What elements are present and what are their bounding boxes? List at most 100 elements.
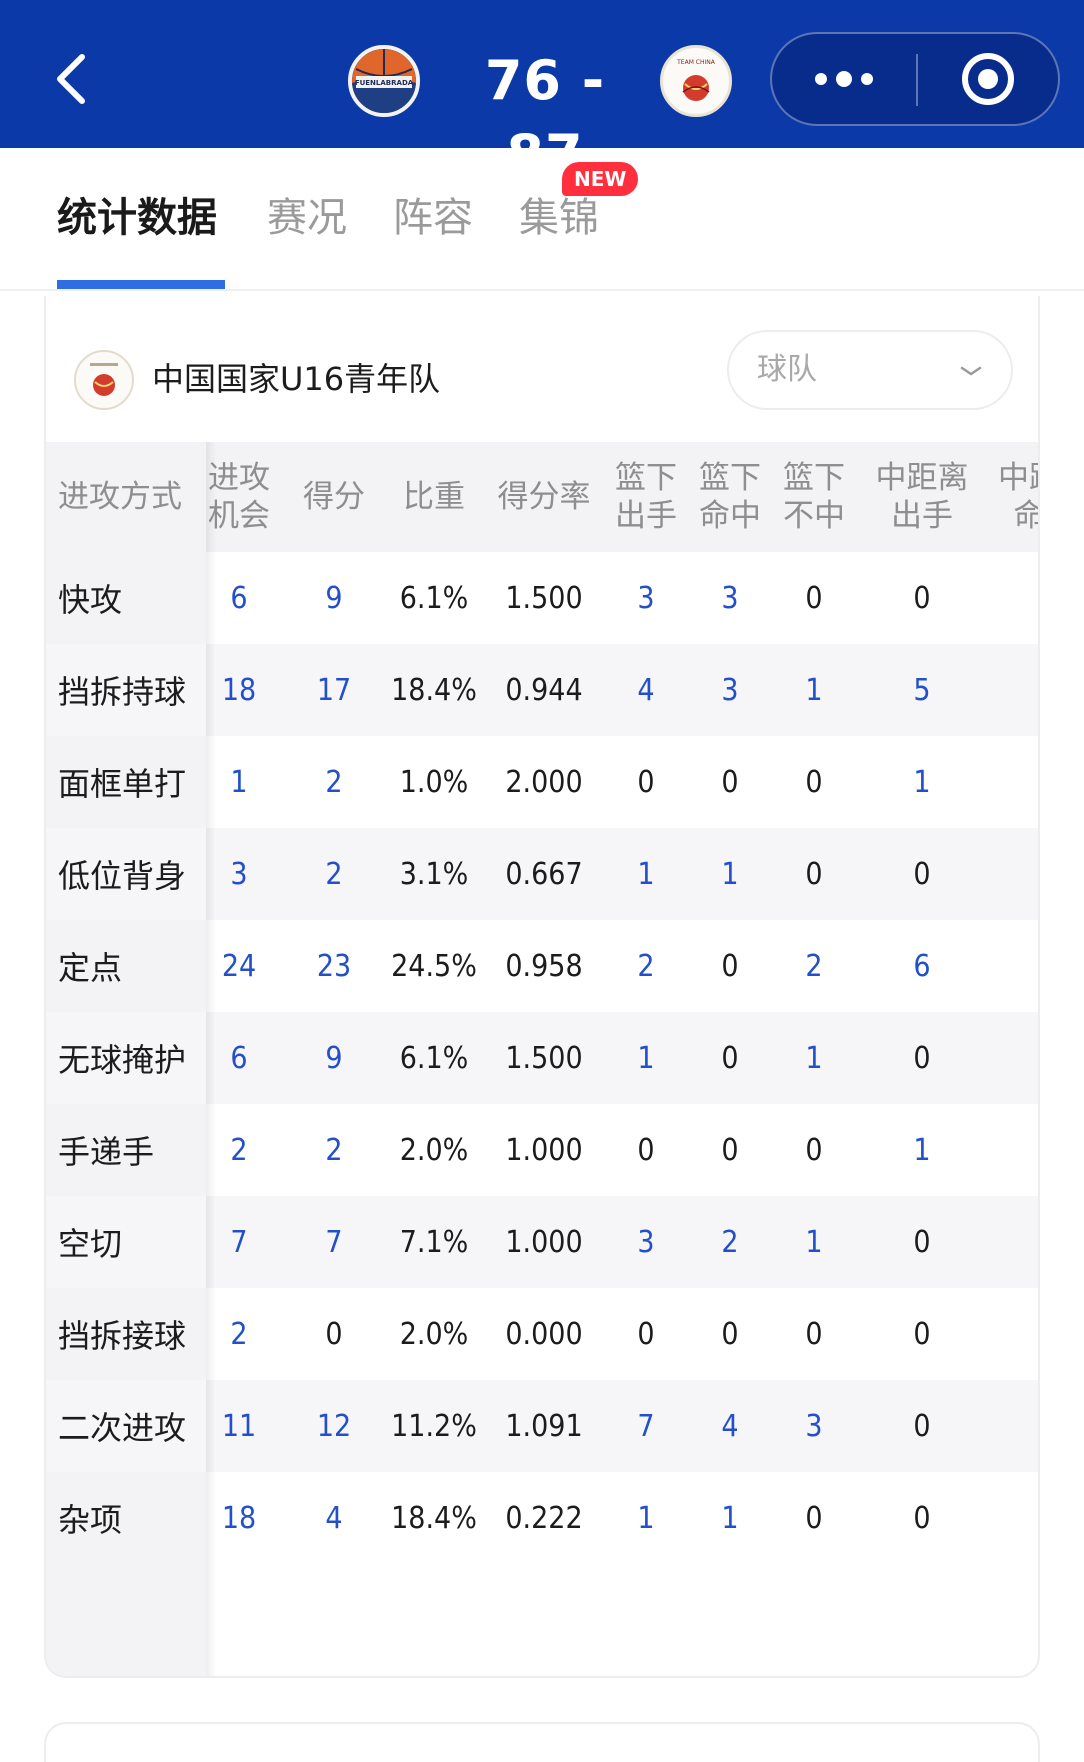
- cell-points[interactable]: 9: [284, 552, 384, 644]
- cell-mid-attempts[interactable]: 5: [856, 644, 988, 736]
- cell-rim-attempts[interactable]: 1: [604, 1472, 688, 1564]
- cell-rim-made[interactable]: 1: [688, 828, 772, 920]
- chevron-left-icon: [57, 54, 85, 104]
- cell-mid-attempts: 0: [913, 1408, 931, 1444]
- tab-game-status[interactable]: 赛况: [267, 190, 347, 246]
- cell-share: 6.1%: [399, 1040, 469, 1076]
- cell-offense-type: 无球掩护: [58, 1041, 187, 1079]
- cell-points[interactable]: 23: [284, 920, 384, 1012]
- cell-offense-type: 定点: [58, 949, 123, 987]
- cell-points[interactable]: 7: [284, 1196, 384, 1288]
- header-mid-made[interactable]: 中距 命: [988, 442, 1038, 552]
- cell-mid-attempts: 0: [913, 1500, 931, 1536]
- cell-ppp: 1.091: [505, 1408, 583, 1444]
- cell-rim-made: 0: [721, 764, 739, 800]
- header-ppp[interactable]: 得分率: [484, 442, 604, 552]
- cell-rim-attempts[interactable]: 3: [604, 552, 688, 644]
- target-icon: [962, 53, 1014, 105]
- cell-rim-attempts[interactable]: 1: [604, 1012, 688, 1104]
- tab-stats[interactable]: 统计数据: [57, 190, 217, 246]
- tabs-divider: [0, 289, 1084, 291]
- header-mid-attempts[interactable]: 中距离 出手: [856, 442, 988, 552]
- new-badge: NEW: [562, 162, 639, 196]
- cell-rim-made[interactable]: 3: [688, 644, 772, 736]
- cell-ppp: 1.500: [505, 580, 583, 616]
- more-button[interactable]: [772, 34, 916, 124]
- cell-points[interactable]: 12: [284, 1380, 384, 1472]
- cell-points[interactable]: 2: [284, 1104, 384, 1196]
- table-row: 手递手 2 2 2.0% 1.000 0 0 0 1: [46, 1104, 1038, 1196]
- cell-share: 2.0%: [399, 1316, 469, 1352]
- header-rim-attempts[interactable]: 篮下 出手: [604, 442, 688, 552]
- cell-points[interactable]: 9: [284, 1012, 384, 1104]
- cell-rim-missed[interactable]: 1: [772, 644, 856, 736]
- team-logo: [74, 350, 134, 410]
- cell-rim-missed[interactable]: 3: [772, 1380, 856, 1472]
- header-offense-type[interactable]: 进攻方式: [46, 442, 206, 552]
- cell-ppp: 0.958: [505, 948, 583, 984]
- cell-rim-made: 0: [721, 1132, 739, 1168]
- cell-offense-type: 挡拆持球: [58, 673, 187, 711]
- mini-program-capsule: [770, 32, 1060, 126]
- cell-rim-attempts: 0: [637, 1316, 655, 1352]
- cell-offense-type: 面框单打: [58, 765, 187, 803]
- chevron-down-icon: [960, 366, 982, 376]
- cell-rim-attempts: 0: [637, 1132, 655, 1168]
- cell-rim-attempts[interactable]: 7: [604, 1380, 688, 1472]
- header-share[interactable]: 比重: [384, 442, 484, 552]
- cell-share: 18.4%: [391, 672, 477, 708]
- cell-rim-missed: 0: [805, 1132, 823, 1168]
- table-row: 杂项 18 4 18.4% 0.222 1 1 0 0: [46, 1472, 1038, 1564]
- cell-rim-missed[interactable]: 2: [772, 920, 856, 1012]
- column-shadow: [206, 442, 216, 1676]
- cell-mid-attempts[interactable]: 6: [856, 920, 988, 1012]
- cell-ppp: 1.000: [505, 1132, 583, 1168]
- cell-offense-type: 空切: [58, 1225, 123, 1263]
- cell-mid-attempts: 0: [913, 1224, 931, 1260]
- table-row: 挡拆持球 18 17 18.4% 0.944 4 3 1 5: [46, 644, 1038, 736]
- cell-points[interactable]: 2: [284, 736, 384, 828]
- close-mini-program-button[interactable]: [918, 34, 1058, 124]
- tab-highlights[interactable]: 集锦: [519, 190, 599, 246]
- cell-rim-attempts[interactable]: 3: [604, 1196, 688, 1288]
- cell-rim-made[interactable]: 3: [688, 552, 772, 644]
- team-filter-select[interactable]: 球队: [727, 330, 1013, 410]
- tab-lineup[interactable]: 阵容: [393, 190, 473, 246]
- cell-share: 24.5%: [391, 948, 477, 984]
- svg-text:TEAM CHINA: TEAM CHINA: [676, 59, 716, 66]
- cell-mid-attempts[interactable]: 1: [856, 736, 988, 828]
- cell-points[interactable]: 4: [284, 1472, 384, 1564]
- cell-offense-type: 手递手: [58, 1133, 155, 1171]
- table-row: 二次进攻 11 12 11.2% 1.091 7 4 3 0: [46, 1380, 1038, 1472]
- cell-rim-made[interactable]: 4: [688, 1380, 772, 1472]
- table-row: 低位背身 3 2 3.1% 0.667 1 1 0 0: [46, 828, 1038, 920]
- cell-rim-attempts[interactable]: 2: [604, 920, 688, 1012]
- cell-offense-type: 低位背身: [58, 857, 187, 895]
- cell-rim-made: 0: [721, 1316, 739, 1352]
- cell-rim-missed[interactable]: 1: [772, 1012, 856, 1104]
- cell-ppp: 1.000: [505, 1224, 583, 1260]
- team-name: 中国国家U16青年队: [152, 360, 441, 398]
- cell-points[interactable]: 17: [284, 644, 384, 736]
- cell-rim-attempts[interactable]: 1: [604, 828, 688, 920]
- header-rim-made[interactable]: 篮下 命中: [688, 442, 772, 552]
- cell-rim-made: 0: [721, 1040, 739, 1076]
- away-team-logo[interactable]: TEAM CHINA: [660, 45, 732, 117]
- cell-mid-attempts: 0: [913, 1316, 931, 1352]
- back-button[interactable]: [40, 44, 100, 114]
- cell-rim-made[interactable]: 2: [688, 1196, 772, 1288]
- cell-ppp: 0.667: [505, 856, 583, 892]
- cell-rim-made[interactable]: 1: [688, 1472, 772, 1564]
- cell-offense-type: 杂项: [58, 1501, 123, 1539]
- cell-rim-attempts[interactable]: 4: [604, 644, 688, 736]
- team-filter-label: 球队: [757, 352, 817, 387]
- home-team-logo[interactable]: FUENLABRADA: [348, 45, 420, 117]
- header-rim-missed[interactable]: 篮下 不中: [772, 442, 856, 552]
- cell-mid-attempts[interactable]: 1: [856, 1104, 988, 1196]
- cell-ppp: 0.222: [505, 1500, 583, 1536]
- header-points[interactable]: 得分: [284, 442, 384, 552]
- cell-points: 0: [325, 1316, 343, 1352]
- cell-rim-missed[interactable]: 1: [772, 1196, 856, 1288]
- cell-rim-missed: 0: [805, 856, 823, 892]
- cell-points[interactable]: 2: [284, 828, 384, 920]
